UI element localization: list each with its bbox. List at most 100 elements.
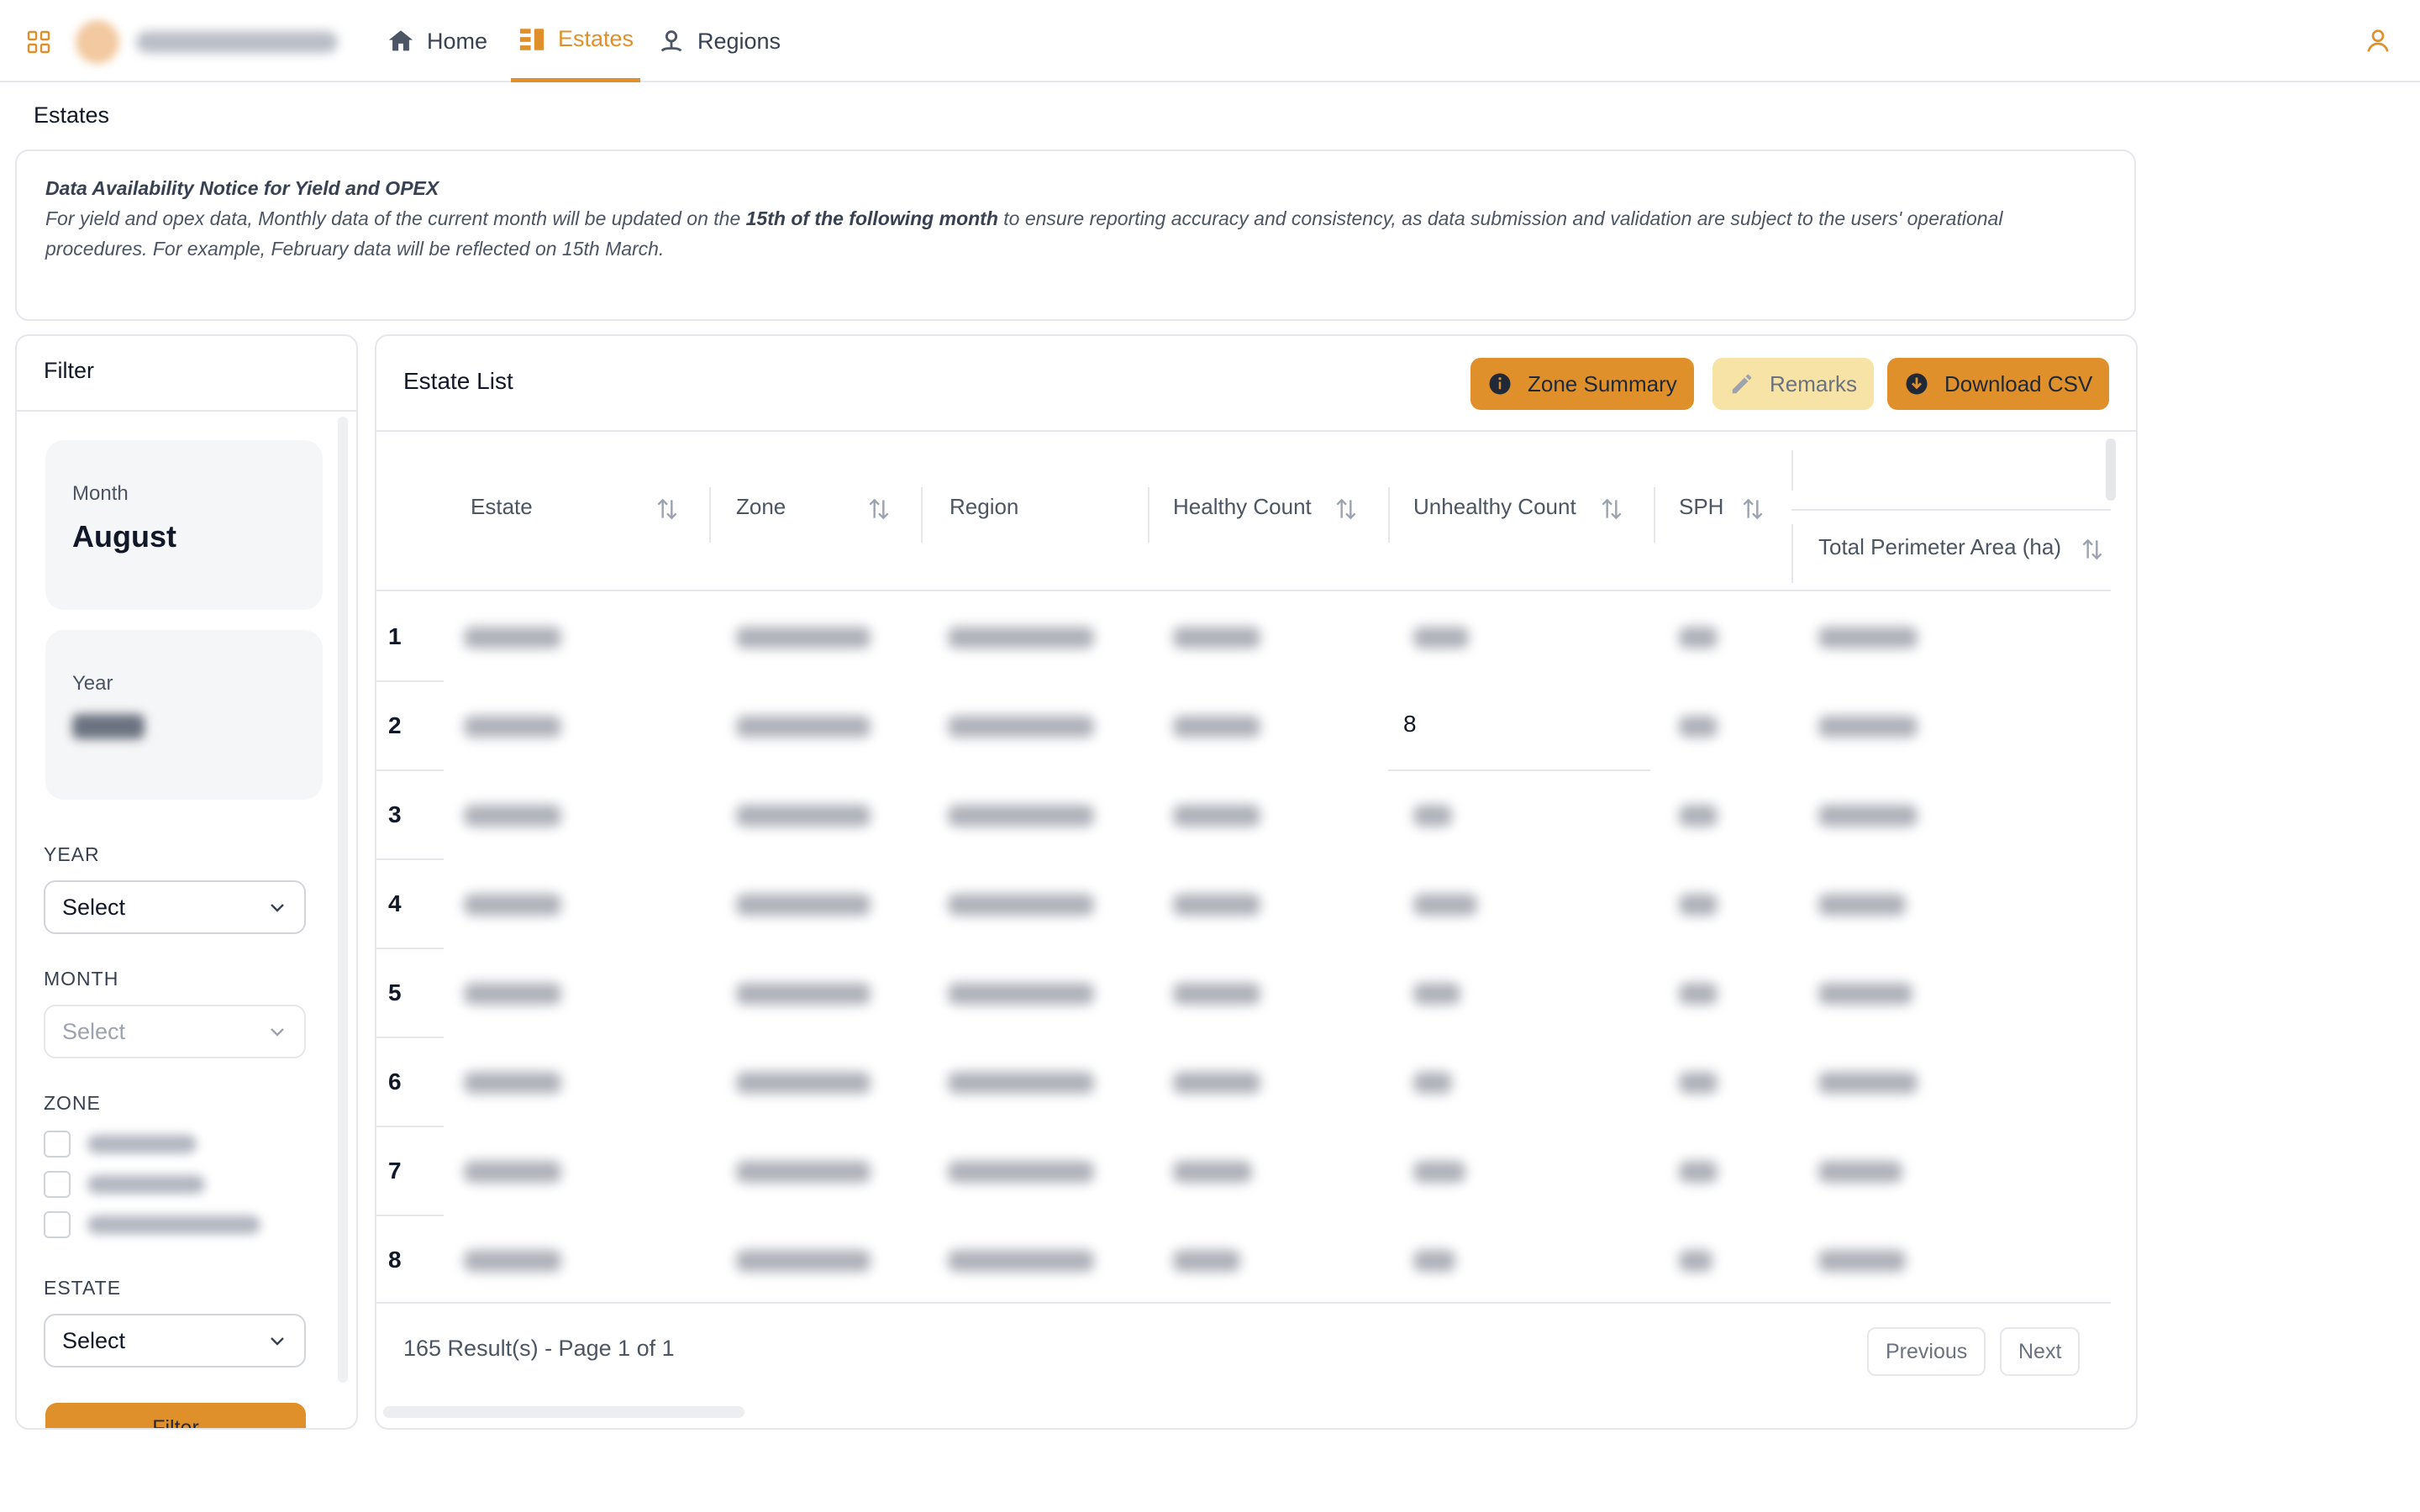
region-cell [948,627,1094,648]
data-availability-notice: Data Availability Notice for Yield and O… [15,150,2136,321]
zone-option[interactable] [44,1211,260,1238]
column-unhealthy-count[interactable]: Unhealthy Count [1413,494,1576,520]
year-card: Year [45,630,323,800]
estate-cell [464,894,561,916]
healthy-cell [1173,805,1260,827]
chevron-down-icon [271,904,284,912]
table-row[interactable]: 1 [376,593,2111,682]
download-csv-label: Download CSV [1944,370,2093,396]
table-row[interactable]: 5 [376,949,2111,1038]
filter-scrollbar[interactable] [338,417,348,1383]
healthy-cell [1173,1250,1240,1272]
column-sph[interactable]: SPH [1679,494,1723,520]
column-region[interactable]: Region [950,494,1018,520]
notice-body: For yield and opex data, Monthly data of… [45,203,2106,264]
sph-cell [1679,894,1718,916]
unhealthy-cell [1413,1072,1452,1094]
region-cell [948,983,1094,1005]
column-divider [1791,450,1793,491]
zone-summary-button[interactable]: Zone Summary [1470,358,1694,410]
unhealthy-count-edit-cell[interactable]: 8 [1388,682,1650,771]
remarks-button[interactable]: Remarks [1712,358,1875,410]
notice-text-1: For yield and opex data, Monthly data of… [45,207,746,229]
table-row[interactable]: 2 8 [376,682,2111,771]
row-number: 6 [388,1068,402,1095]
year-card-label: Year [72,672,113,695]
row-number: 3 [388,801,402,827]
estate-list-header: Estate List Zone Summary Remarks Downloa… [376,336,2136,432]
unhealthy-cell [1413,805,1452,827]
sort-icon[interactable] [865,496,892,522]
nav-regions-label: Regions [697,28,781,54]
zone-checkbox[interactable] [44,1211,71,1238]
healthy-cell [1173,1072,1260,1094]
sph-cell [1679,716,1718,738]
estates-icon [519,28,544,50]
download-csv-button[interactable]: Download CSV [1887,358,2110,410]
next-page-button[interactable]: Next [2000,1327,2081,1376]
zone-cell [736,1072,871,1094]
table-row[interactable]: 8 [376,1216,2111,1305]
table-vertical-scrollbar[interactable] [2106,438,2116,501]
row-number: 7 [388,1158,402,1184]
year-select[interactable]: Select [44,880,306,934]
table-horizontal-scrollbar[interactable] [383,1406,744,1418]
sph-cell [1679,1250,1712,1272]
column-total-perimeter-area[interactable]: Total Perimeter Area (ha) [1818,534,2061,560]
nav-estates-label: Estates [558,26,634,51]
column-region-label: Region [950,494,1019,519]
sort-icon[interactable] [2079,536,2106,563]
row-number: 5 [388,979,402,1005]
table-row[interactable]: 7 [376,1127,2111,1216]
table-row[interactable]: 3 [376,771,2111,860]
table-header: Estate Zone Region Healthy Count Unhealt… [376,433,2111,591]
column-estate[interactable]: Estate [471,494,533,520]
month-card-label: Month [72,482,129,505]
zone-checkbox[interactable] [44,1171,71,1198]
unhealthy-cell [1413,627,1469,648]
perimeter-cell [1818,1072,1918,1094]
app-grid-icon[interactable] [27,30,50,54]
estate-label: ESTATE [44,1277,122,1299]
chevron-down-icon [271,1028,284,1037]
previous-page-button[interactable]: Previous [1867,1327,1986,1376]
zone-option[interactable] [44,1171,205,1198]
table-row[interactable]: 4 [376,860,2111,949]
region-cell [948,716,1094,738]
estate-cell [464,627,561,648]
zone-cell [736,894,871,916]
nav-regions[interactable]: Regions [657,0,781,82]
column-healthy-label: Healthy Count [1173,494,1312,519]
column-estate-label: Estate [471,494,533,519]
column-divider [1654,487,1655,543]
sort-icon[interactable] [1333,496,1360,522]
column-divider [709,487,711,543]
user-icon[interactable] [2365,27,2391,54]
sort-icon[interactable] [654,496,681,522]
month-label: MONTH [44,968,119,990]
zone-checkbox[interactable] [44,1131,71,1158]
column-perimeter-label: Total Perimeter Area (ha) [1818,534,2062,559]
column-healthy-count[interactable]: Healthy Count [1173,494,1312,520]
sort-icon[interactable] [1739,496,1766,522]
brand-name [136,31,338,53]
estate-select[interactable]: Select [44,1314,306,1368]
header-group-line [1791,509,2111,511]
filter-panel: Filter Month August Year YEAR Select MON… [15,334,358,1430]
column-zone[interactable]: Zone [736,494,786,520]
nav-home[interactable]: Home [387,0,487,82]
nav-estates[interactable]: Estates [511,0,641,82]
month-select[interactable]: Select [44,1005,306,1058]
filter-button[interactable]: Filter [45,1403,306,1428]
zone-option[interactable] [44,1131,197,1158]
sort-icon[interactable] [1598,496,1625,522]
healthy-cell [1173,1161,1252,1183]
results-summary: 165 Result(s) - Page 1 of 1 [403,1336,675,1361]
sph-cell [1679,627,1718,648]
brand[interactable] [76,20,338,64]
table-row[interactable]: 6 [376,1038,2111,1127]
column-divider [1148,487,1150,543]
unhealthy-cell [1413,983,1460,1005]
perimeter-cell [1818,716,1918,738]
perimeter-cell [1818,627,1918,648]
